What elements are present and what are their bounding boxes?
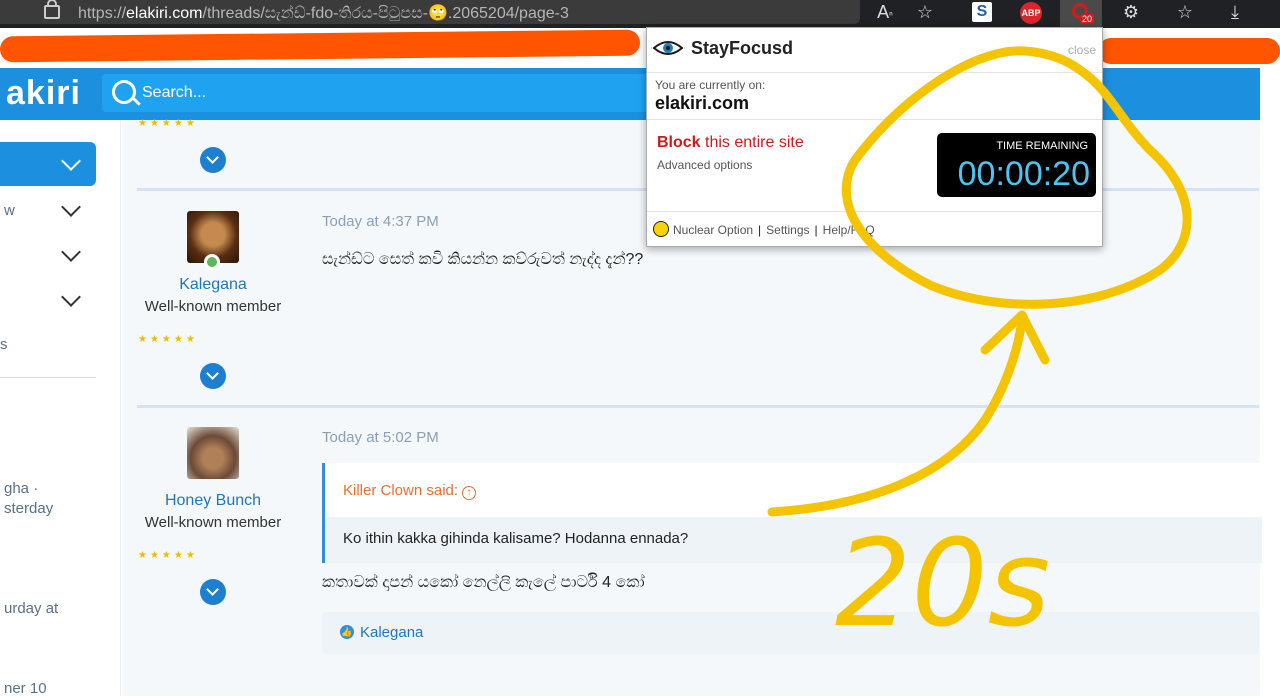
search-icon xyxy=(112,80,136,104)
favorites-icon[interactable]: ☆ xyxy=(1170,0,1200,24)
expand-user-toggle[interactable] xyxy=(200,579,226,605)
favorites-add-icon[interactable]: ☆ xyxy=(910,0,940,24)
timer-label: TIME REMAINING xyxy=(996,140,1088,152)
rating-stars: ★★★★★ xyxy=(138,118,198,129)
post-time[interactable]: Today at 4:37 PM xyxy=(322,213,439,230)
rating-stars: ★★★★★ xyxy=(138,550,198,561)
eye-icon xyxy=(653,41,683,55)
divider xyxy=(647,211,1102,212)
chevron-down-icon[interactable] xyxy=(61,197,81,217)
popup-footer-links: Nuclear Option | Settings | Help/FAQ xyxy=(653,221,875,237)
user-title: Well-known member xyxy=(144,514,282,531)
redaction-scribble-left xyxy=(0,29,641,63)
sidebar-activity-line: sterday xyxy=(4,500,54,517)
expand-user-toggle[interactable] xyxy=(200,363,226,389)
close-button[interactable]: close xyxy=(1068,43,1096,57)
popup-brand: StayFocusd xyxy=(691,38,794,58)
read-aloud-icon[interactable]: Aⁿ xyxy=(870,0,900,24)
rating-stars: ★★★★★ xyxy=(138,334,198,345)
chevron-down-icon xyxy=(61,151,81,171)
url-text[interactable]: https://elakiri.com/threads/සැන්ඩ්-fdo-ත… xyxy=(78,3,569,23)
post-separator xyxy=(137,405,1259,408)
settings-link[interactable]: Settings xyxy=(766,223,809,237)
chevron-down-icon[interactable] xyxy=(61,287,81,307)
browser-toolbar: https://elakiri.com/threads/සැන්ඩ්-fdo-ත… xyxy=(0,0,1280,28)
post-text: සැන්ඩ්ට සෙත් කවි කියන්න කව්රුවත් නැද්ද ද… xyxy=(322,251,644,268)
quote-block: Killer Clown said: ↑ Ko ithin kakka gihin… xyxy=(322,463,1262,563)
post-author[interactable]: Honey Bunch xyxy=(133,492,293,510)
current-site: elakiri.com xyxy=(655,93,750,113)
advanced-options-link[interactable]: Advanced options xyxy=(657,158,752,172)
stayfocusd-popup: StayFocusd close You are currently on: e… xyxy=(646,27,1103,247)
post-time[interactable]: Today at 5:02 PM xyxy=(322,429,439,446)
user-title: Well-known member xyxy=(144,298,282,315)
expand-user-toggle[interactable] xyxy=(200,147,226,173)
sidebar-item-label[interactable]: w xyxy=(4,202,15,219)
stayfocusd-badge: 20 xyxy=(1080,14,1095,24)
likes-bar: 👍 Kalegana xyxy=(322,612,1259,654)
post-author[interactable]: Kalegana xyxy=(133,276,293,294)
extensions-icon[interactable]: ⚙ xyxy=(1116,0,1146,24)
like-user[interactable]: Kalegana xyxy=(360,624,423,641)
quote-author[interactable]: Killer Clown said: ↑ xyxy=(343,482,477,500)
block-site-link[interactable]: Block this entire site xyxy=(657,134,804,152)
downloads-icon[interactable]: ⤓ xyxy=(1220,0,1250,24)
nuclear-option-link[interactable]: Nuclear Option xyxy=(673,223,753,237)
chevron-down-icon[interactable] xyxy=(61,242,81,262)
avatar[interactable] xyxy=(187,427,239,479)
thumbs-up-icon: 👍 xyxy=(340,625,354,639)
divider xyxy=(647,72,1102,73)
sidebar: w s gha · sterday urday at ner 10 xyxy=(0,120,121,697)
time-remaining-display: TIME REMAINING 00:00:20 xyxy=(937,133,1096,197)
nuclear-icon xyxy=(653,221,669,237)
search-input[interactable]: Search... xyxy=(102,74,662,112)
lock-icon[interactable] xyxy=(44,0,60,19)
timer-value: 00:00:20 xyxy=(957,155,1090,193)
sidebar-divider xyxy=(0,377,96,378)
sidebar-item-label[interactable]: s xyxy=(0,336,8,353)
adblock-plus-icon[interactable]: ABP xyxy=(1020,2,1042,24)
online-status-icon xyxy=(204,254,220,270)
s-extension-icon[interactable]: S xyxy=(972,2,992,22)
arrow-up-icon[interactable]: ↑ xyxy=(462,486,477,500)
post-text: කතාවක් දාපන් යකෝ නෙල්ලි කැලේ පාර්ටි 4 කෝ xyxy=(322,574,645,591)
current-site-label: You are currently on: xyxy=(655,78,766,92)
divider xyxy=(647,119,1102,120)
search-placeholder: Search... xyxy=(142,84,207,101)
help-faq-link[interactable]: Help/FAQ xyxy=(823,223,875,237)
site-logo[interactable]: akiri xyxy=(6,74,81,113)
sidebar-activity-line: urday at xyxy=(4,600,59,617)
sidebar-activity-line: ner 10 xyxy=(4,680,47,697)
sidebar-activity-line: gha · xyxy=(4,480,39,497)
redaction-scribble-right xyxy=(1098,38,1280,64)
sidebar-item-active[interactable] xyxy=(0,142,96,186)
address-bar[interactable]: https://elakiri.com/threads/සැන්ඩ්-fdo-ත… xyxy=(0,0,860,24)
quote-text: Ko ithin kakka gihinda kalisame? Hodanna… xyxy=(343,530,689,547)
stayfocusd-icon[interactable]: 20 xyxy=(1060,0,1102,28)
